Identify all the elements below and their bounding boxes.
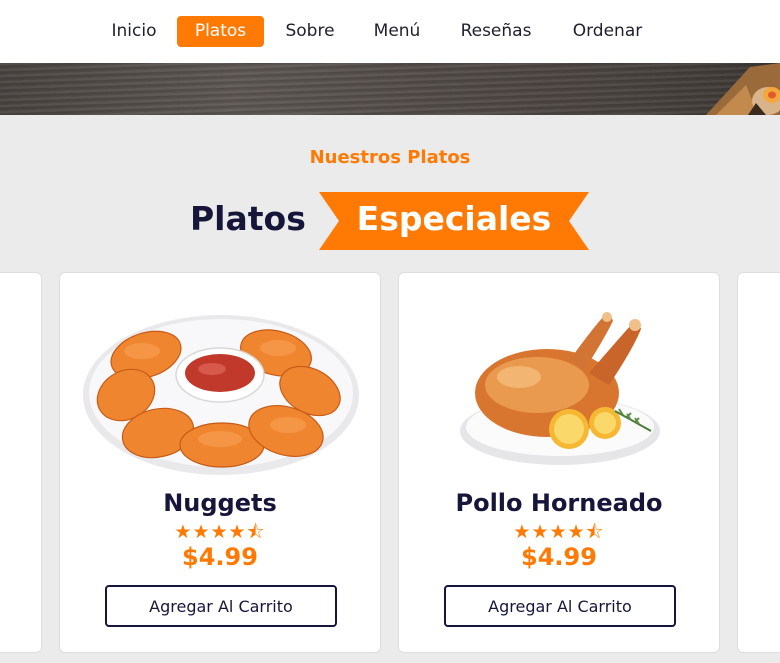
nav-sobre[interactable]: Sobre	[274, 16, 346, 47]
section-title-dark: Platos	[190, 199, 306, 238]
add-to-cart-button[interactable]: Agregar Al Carrito	[105, 585, 337, 627]
dish-price: $4.99	[521, 543, 597, 571]
nav-inicio[interactable]: Inicio	[100, 16, 168, 47]
dish-card-partial-right	[737, 272, 780, 653]
nav-resenas[interactable]: Reseñas	[448, 16, 544, 47]
dish-card: Pollo Horneado ★★★★⯪ $4.99 Agregar Al Ca…	[398, 272, 720, 653]
add-to-cart-button[interactable]: Agregar Al Carrito	[444, 585, 676, 627]
nav-menu[interactable]: Menú	[362, 16, 432, 47]
top-nav: Inicio Platos Sobre Menú Reseñas Ordenar	[0, 0, 780, 63]
dish-card: Nuggets ★★★★⯪ $4.99 Agregar Al Carrito	[59, 272, 381, 653]
roast-chicken-image	[460, 312, 660, 465]
dish-name: Nuggets	[163, 489, 277, 517]
dish-card-partial-left	[0, 272, 42, 653]
nav-platos[interactable]: Platos	[177, 16, 264, 47]
nuggets-image	[83, 315, 359, 475]
dish-name: Pollo Horneado	[455, 489, 663, 517]
section-title-highlight: Especiales	[356, 199, 552, 238]
nav-ordenar[interactable]: Ordenar	[560, 16, 655, 47]
section-subtitle: Nuestros Platos	[309, 147, 471, 168]
food-decoration-image	[706, 63, 780, 115]
dish-price: $4.99	[182, 543, 258, 571]
hero-banner-strip	[0, 63, 780, 115]
